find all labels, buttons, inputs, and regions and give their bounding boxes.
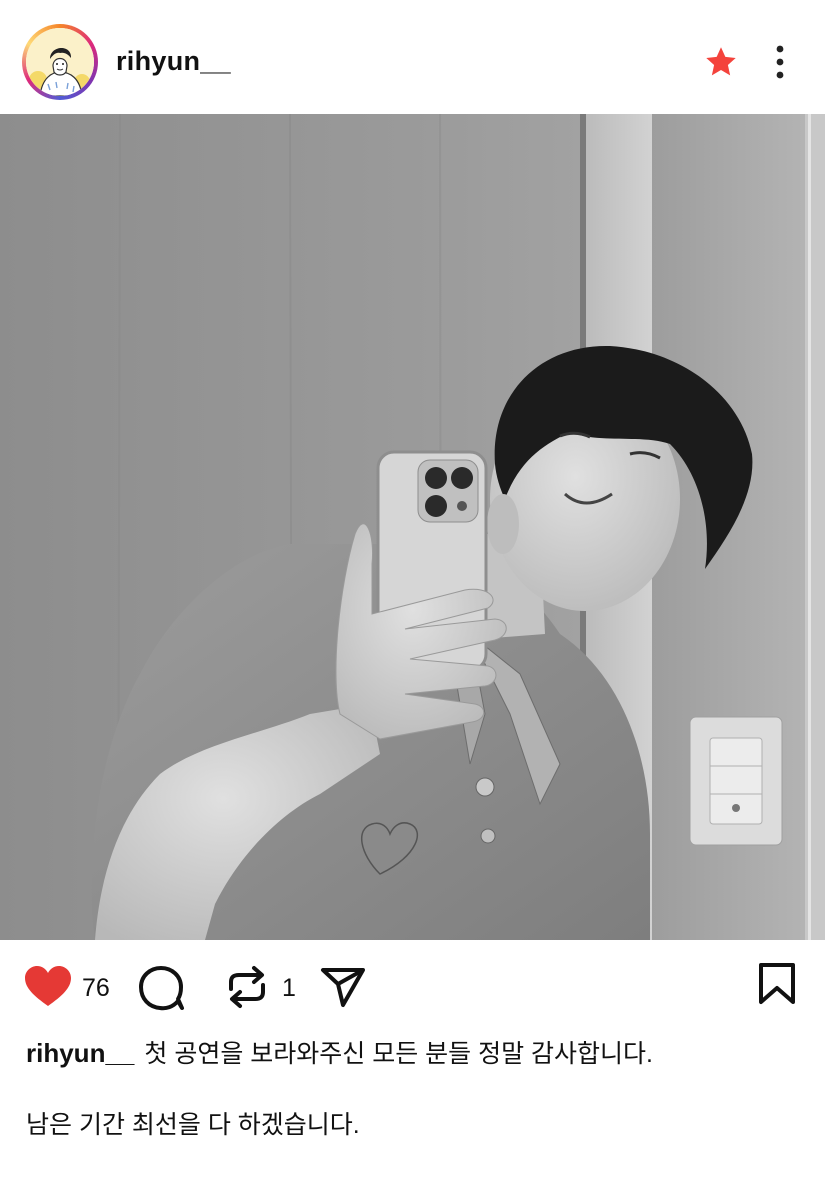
bookmark-icon[interactable] xyxy=(758,962,796,1006)
send-icon[interactable] xyxy=(320,965,366,1009)
post-photo[interactable] xyxy=(0,114,825,940)
caption-text-line2: 남은 기간 최선을 다 하겠습니다. xyxy=(26,1111,360,1139)
header-username[interactable]: rihyun__ xyxy=(116,46,231,77)
comment-icon[interactable] xyxy=(138,965,186,1011)
like-count: 76 xyxy=(82,974,110,1002)
repost-icon[interactable] xyxy=(225,965,269,1009)
caption: rihyun__ 첫 공연을 보라와주신 모든 분들 정말 감사합니다. xyxy=(26,1036,806,1071)
more-icon[interactable] xyxy=(768,42,792,82)
avatar[interactable] xyxy=(22,24,98,100)
action-bar: 76 1 xyxy=(0,940,825,1035)
heart-icon[interactable] xyxy=(24,966,72,1008)
post-header: rihyun__ xyxy=(0,0,825,114)
repost-count: 1 xyxy=(282,974,296,1002)
caption-text-line1: 첫 공연을 보라와주신 모든 분들 정말 감사합니다. xyxy=(144,1040,653,1068)
star-icon[interactable] xyxy=(702,44,740,80)
avatar-image xyxy=(26,28,94,96)
caption-username[interactable]: rihyun__ xyxy=(26,1038,134,1068)
